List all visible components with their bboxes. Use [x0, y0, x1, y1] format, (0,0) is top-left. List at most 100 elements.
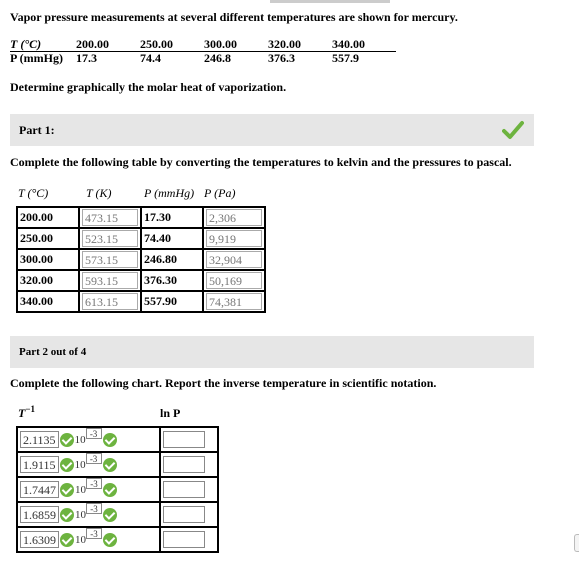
pmm-cell: 557.90 [140, 290, 204, 313]
tc-cell: 340.00 [16, 290, 80, 313]
exponent-input[interactable]: -3 [85, 428, 102, 439]
lnp-cell [159, 451, 219, 478]
mantissa-input[interactable]: 1.9115 [20, 456, 59, 473]
lnp-input[interactable] [163, 456, 205, 473]
table-row: 2.1135 10 -3 [16, 426, 219, 453]
table-row: 1.6859 10 -3 [16, 501, 219, 528]
ten-base: 10 [74, 458, 86, 471]
check-circle-icon [103, 532, 117, 547]
inverse-temp-cell: 1.7447 10 -3 [16, 476, 161, 503]
table-row: 320.00 593.15 376.30 50,169 [16, 269, 266, 292]
ppa-cell: 50,169 [202, 269, 266, 292]
mantissa-input[interactable]: 2.1135 [20, 431, 59, 448]
inverse-temp-table: 2.1135 10 -3 1.9115 10 -3 1.7447 10 -3 1.6859 1… [16, 426, 219, 553]
tk-input[interactable]: 473.15 [82, 209, 138, 226]
part1-header-ppa: P (Pa) [204, 186, 236, 200]
tk-cell: 523.15 [78, 227, 142, 250]
mantissa-input[interactable]: 1.6859 [20, 506, 59, 523]
given-data-table: T (°C) 200.00 250.00 300.00 320.00 340.0… [10, 37, 396, 65]
tk-input[interactable]: 593.15 [82, 272, 138, 289]
table-row: 250.00 523.15 74.40 9,919 [16, 227, 266, 250]
lnp-cell [159, 476, 219, 503]
ppa-cell: 32,904 [202, 248, 266, 271]
ten-base: 10 [75, 508, 86, 521]
inverse-temp-exponent: −1 [25, 404, 35, 414]
given-pressure-5: 557.9 [332, 51, 359, 65]
exponent-input[interactable]: -3 [85, 453, 102, 464]
table-row: 1.7447 10 -3 [16, 476, 219, 503]
part1-instruction: Complete the following table by converti… [10, 155, 512, 169]
part1-header-tc: T (°C) [18, 186, 49, 200]
exponent-input[interactable]: -3 [86, 478, 102, 489]
check-circle-icon [102, 432, 117, 447]
given-temp-label: T (°C) [10, 37, 42, 51]
lnp-cell [159, 426, 219, 453]
tk-input[interactable]: 523.15 [82, 230, 138, 247]
tc-cell: 200.00 [16, 206, 80, 229]
given-temp-5: 340.00 [332, 37, 365, 51]
inverse-temp-header: T−1 [18, 404, 35, 421]
check-circle-icon [103, 482, 117, 497]
tc-cell: 250.00 [16, 227, 80, 250]
table-row: 1.9115 10 -3 [16, 451, 219, 478]
part2-label: Part 2 out of 4 [19, 346, 87, 358]
check-circle-icon [60, 532, 74, 547]
lnp-cell [159, 526, 219, 553]
given-pressure-label: P (mmHg) [10, 51, 63, 65]
ppa-input[interactable]: 2,306 [206, 209, 262, 226]
check-circle-icon [60, 507, 74, 522]
ppa-input[interactable]: 32,904 [206, 251, 262, 268]
part1-header-pmm: P (mmHg) [144, 186, 195, 200]
exponent-input[interactable]: -3 [86, 503, 102, 514]
inverse-temp-cell: 2.1135 10 -3 [16, 426, 161, 453]
mantissa-input[interactable]: 1.7447 [20, 481, 59, 498]
tc-cell: 300.00 [16, 248, 80, 271]
pmm-cell: 376.30 [140, 269, 204, 292]
tk-input[interactable]: 573.15 [82, 251, 138, 268]
check-circle-icon [60, 482, 74, 497]
part2-header-bar: Part 2 out of 4 [10, 336, 534, 368]
tk-input[interactable]: 613.15 [82, 293, 138, 310]
exponent-input[interactable]: -3 [86, 528, 102, 539]
part1-label: Part 1: [19, 123, 55, 137]
ten-base: 10 [74, 433, 86, 446]
tk-cell: 593.15 [78, 269, 142, 292]
given-temp-2: 250.00 [140, 37, 173, 51]
pmm-cell: 246.80 [140, 248, 204, 271]
lnp-cell [159, 501, 219, 528]
ten-base: 10 [75, 483, 86, 496]
table-row: 300.00 573.15 246.80 32,904 [16, 248, 266, 271]
tk-cell: 473.15 [78, 206, 142, 229]
check-circle-icon [102, 457, 117, 472]
lnp-input[interactable] [163, 531, 205, 548]
tk-cell: 613.15 [78, 290, 142, 313]
ten-base: 10 [75, 533, 86, 546]
tk-cell: 573.15 [78, 248, 142, 271]
ppa-input[interactable]: 74,381 [206, 293, 262, 310]
lnp-input[interactable] [163, 506, 205, 523]
lnp-header: ln P [160, 406, 181, 420]
inverse-temp-cell: 1.9115 10 -3 [16, 451, 161, 478]
ppa-input[interactable]: 50,169 [206, 272, 262, 289]
pmm-cell: 17.30 [140, 206, 204, 229]
top-scroll-strip [270, 0, 390, 3]
mantissa-input[interactable]: 1.6309 [20, 531, 59, 548]
given-temp-4: 320.00 [268, 37, 301, 51]
problem-intro: Vapor pressure measurements at several d… [10, 10, 458, 24]
conversion-table: 200.00 473.15 17.30 2,306 250.00 523.15 … [16, 206, 266, 313]
check-circle-icon [59, 432, 74, 447]
given-temp-3: 300.00 [204, 37, 237, 51]
check-circle-icon [59, 457, 74, 472]
checkmark-icon [502, 121, 524, 139]
given-pressure-2: 74.4 [140, 51, 161, 65]
given-pressure-3: 246.8 [204, 51, 231, 65]
part1-header-bar: Part 1: [10, 114, 534, 146]
table-row: 340.00 613.15 557.90 74,381 [16, 290, 266, 313]
lnp-input[interactable] [163, 481, 205, 498]
given-pressure-4: 376.3 [268, 51, 295, 65]
scroll-handle[interactable] [574, 534, 579, 552]
given-temp-1: 200.00 [76, 37, 109, 51]
ppa-input[interactable]: 9,919 [206, 230, 262, 247]
lnp-input[interactable] [163, 431, 205, 448]
problem-question: Determine graphically the molar heat of … [10, 80, 287, 94]
